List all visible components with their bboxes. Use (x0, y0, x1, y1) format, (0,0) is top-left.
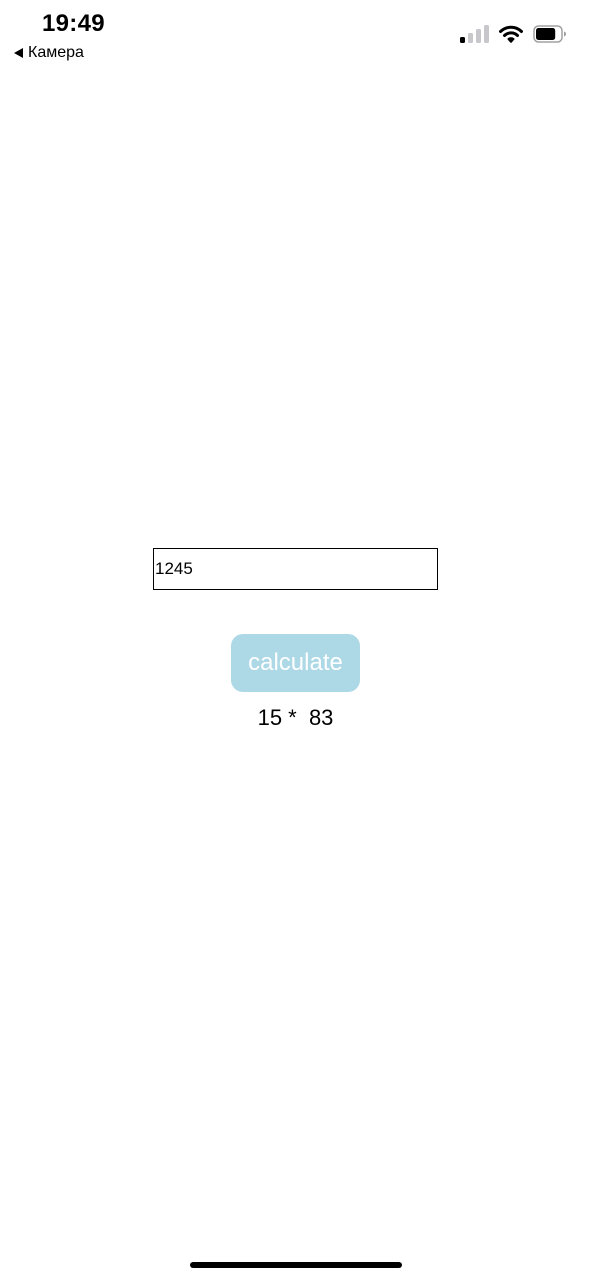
status-icons (460, 25, 567, 43)
home-indicator[interactable] (190, 1262, 402, 1268)
calculate-button[interactable]: calculate (231, 634, 360, 692)
signal-bar (476, 29, 481, 43)
result-text: 15 * 83 (257, 705, 334, 730)
number-input[interactable] (153, 548, 438, 590)
back-link-label: Камера (28, 44, 84, 61)
wifi-icon (499, 25, 523, 43)
signal-bar (460, 37, 465, 43)
signal-bar (484, 25, 489, 43)
back-to-camera-link[interactable]: Камера (14, 44, 84, 62)
battery-icon (533, 25, 567, 43)
signal-bar (468, 33, 473, 43)
back-arrow-icon (14, 48, 23, 58)
cellular-signal-icon (460, 25, 489, 43)
status-time: 19:49 (42, 10, 105, 37)
